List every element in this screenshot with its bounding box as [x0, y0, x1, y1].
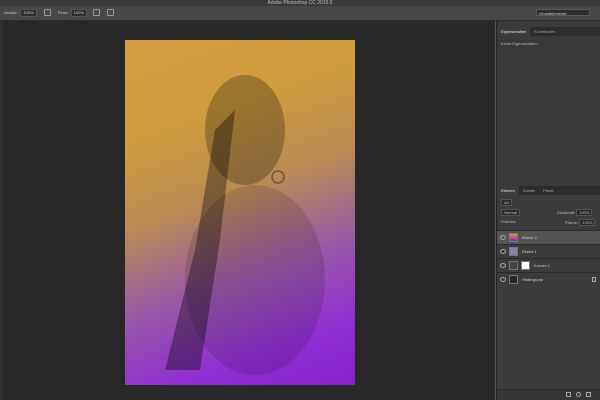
layer-row-ebene-1[interactable]: Ebene 1 — [497, 244, 600, 258]
visibility-eye-icon[interactable] — [500, 263, 506, 268]
tab-ebenen[interactable]: Ebenen — [497, 186, 519, 195]
layer-thumbnail — [509, 275, 518, 284]
fill-label: Fläche: — [565, 220, 579, 225]
visibility-eye-icon[interactable] — [500, 249, 506, 254]
visibility-eye-icon[interactable] — [500, 235, 506, 240]
layer-row-ebene-2[interactable]: Ebene 2 — [497, 230, 600, 244]
options-bar: Deckkr.: 100% Fluss: 100% Grundelemente — [0, 6, 600, 21]
lock-label: Fixieren: — [501, 219, 517, 224]
layers-panel: Ebenen Kanäle Pfade Art Normal Deckkraft: … — [497, 186, 600, 400]
layer-row-hintergrund[interactable]: Hintergrund — [497, 272, 600, 286]
lock-icon — [592, 277, 596, 282]
opacity-value[interactable]: 100% — [576, 209, 593, 216]
layer-name: Ebene 2 — [522, 235, 537, 240]
document-image[interactable] — [125, 40, 355, 385]
blend-mode-select[interactable]: Normal — [501, 209, 520, 216]
pressure-size-icon[interactable] — [107, 9, 114, 16]
tab-pfade[interactable]: Pfade — [539, 186, 557, 195]
adjustment-layer-icon[interactable] — [576, 392, 581, 397]
fill-control[interactable]: Fläche: 100% — [565, 219, 596, 226]
fluss-label: Fluss: — [58, 10, 69, 15]
portrait-photo — [165, 75, 325, 375]
layer-filter[interactable]: Art — [501, 199, 513, 206]
deckkraft-label: Deckkr.: — [4, 10, 19, 15]
layers-bottom-bar — [497, 389, 600, 400]
tab-eigenschaften[interactable]: Eigenschaften — [497, 27, 531, 36]
layer-row-kurven-1[interactable]: Kurven 1 — [497, 258, 600, 272]
fluss-control[interactable]: Fluss: 100% — [58, 6, 87, 20]
workspace-select[interactable]: Grundelemente — [536, 9, 590, 16]
delete-layer-icon[interactable] — [586, 392, 591, 397]
new-layer-icon[interactable] — [566, 392, 571, 397]
properties-tabs: Eigenschaften Korrekturen — [497, 27, 600, 36]
curves-adjustment-icon — [509, 261, 518, 270]
layer-name: Hintergrund — [522, 277, 543, 282]
layer-name: Ebene 1 — [522, 249, 537, 254]
filter-select[interactable]: Art — [501, 199, 513, 206]
opacity-label: Deckkraft: — [557, 210, 576, 215]
layer-thumbnail — [509, 247, 518, 256]
fluss-value[interactable]: 100% — [70, 9, 87, 17]
brush-cursor-icon — [271, 170, 285, 184]
tab-kanaele[interactable]: Kanäle — [519, 186, 539, 195]
layers-tabs: Ebenen Kanäle Pfade — [497, 186, 600, 195]
deckkraft-value[interactable]: 100% — [20, 9, 37, 17]
deckkraft-control[interactable]: Deckkr.: 100% — [4, 6, 37, 20]
opacity-control[interactable]: Deckkraft: 100% — [557, 209, 593, 216]
airbrush-icon[interactable] — [93, 9, 100, 16]
fill-value[interactable]: 100% — [579, 219, 596, 226]
layer-mask-thumbnail — [521, 261, 530, 270]
layer-thumbnail — [509, 233, 518, 242]
properties-empty-text: Keine Eigenschaften — [501, 41, 538, 46]
pressure-opacity-icon[interactable] — [44, 9, 51, 16]
tab-korrekturen[interactable]: Korrekturen — [530, 27, 559, 36]
right-panel: Eigenschaften Korrekturen Keine Eigenscha… — [496, 21, 600, 400]
visibility-eye-icon[interactable] — [500, 277, 506, 282]
layer-name: Kurven 1 — [534, 263, 551, 268]
